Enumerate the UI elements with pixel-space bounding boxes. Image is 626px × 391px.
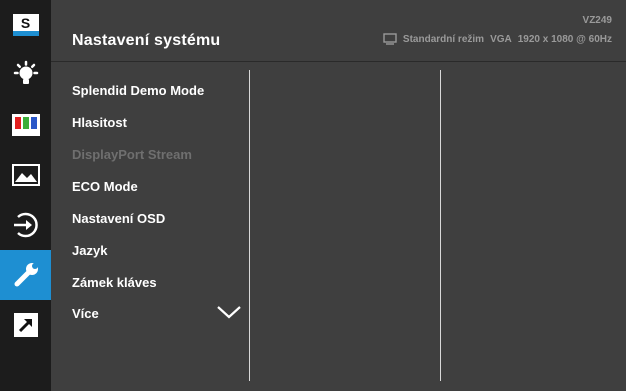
sidebar-item-shortcut[interactable] <box>0 300 51 350</box>
column-divider-1 <box>249 70 250 381</box>
sidebar-item-input[interactable] <box>0 200 51 250</box>
page-title: Nastavení systému <box>72 32 221 49</box>
menu-item-displayport-stream: DisplayPort Stream <box>72 147 192 162</box>
monitor-icon <box>383 33 397 45</box>
input-select-icon <box>13 212 38 238</box>
header-divider <box>51 61 626 62</box>
shortcut-arrow-icon <box>13 313 38 337</box>
chevron-down-icon[interactable] <box>216 305 242 319</box>
resolution-label: 1920 x 1080 @ 60Hz <box>517 33 612 45</box>
splendid-s-label: S <box>20 14 31 31</box>
osd-window: S Nastavení systému VZ249 Standardní rež… <box>0 0 626 391</box>
sidebar-item-image[interactable] <box>0 150 51 200</box>
sidebar-item-eye-care[interactable] <box>0 50 51 100</box>
model-label: VZ249 <box>582 15 612 26</box>
menu-item-language[interactable]: Jazyk <box>72 243 107 258</box>
sidebar-item-system-setup[interactable] <box>0 250 51 300</box>
input-label: VGA <box>490 33 512 45</box>
menu-item-osd-setup[interactable]: Nastavení OSD <box>72 211 165 226</box>
menu-item-volume[interactable]: Hlasitost <box>72 115 127 130</box>
menu-item-splendid-demo[interactable]: Splendid Demo Mode <box>72 83 204 98</box>
sidebar: S <box>0 0 51 391</box>
sidebar-item-color[interactable] <box>0 100 51 150</box>
color-bars-icon <box>11 114 40 136</box>
menu-item-key-lock[interactable]: Zámek kláves <box>72 275 157 290</box>
image-icon <box>11 164 40 186</box>
column-divider-2 <box>440 70 441 381</box>
sidebar-item-splendid[interactable]: S <box>0 0 51 50</box>
status-bar: Standardní režim VGA 1920 x 1080 @ 60Hz <box>383 33 612 45</box>
menu-item-eco-mode[interactable]: ECO Mode <box>72 179 138 194</box>
menu-item-more[interactable]: Více <box>72 306 99 321</box>
eye-care-bulb-icon <box>13 60 38 84</box>
splendid-s-icon: S <box>12 14 39 36</box>
mode-label: Standardní režim <box>402 33 485 45</box>
wrench-icon <box>14 263 38 287</box>
